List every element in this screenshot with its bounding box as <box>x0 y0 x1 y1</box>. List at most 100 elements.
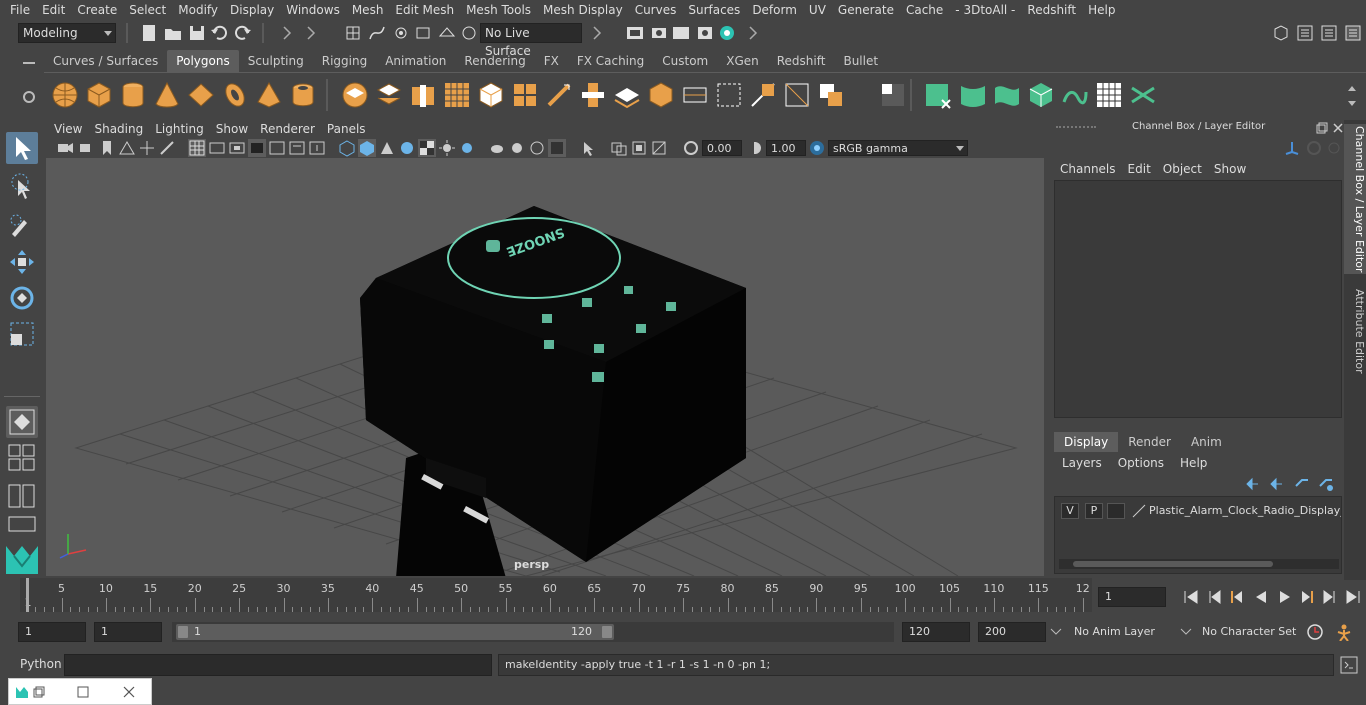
current-frame-field[interactable]: 1 <box>1098 587 1166 607</box>
redo-icon[interactable] <box>234 24 252 42</box>
panel-menu-lighting[interactable]: Lighting <box>149 120 210 138</box>
single-layout-button[interactable] <box>6 406 38 438</box>
menu-mesh[interactable]: Mesh <box>346 0 390 20</box>
hyper-icon[interactable] <box>1326 140 1342 156</box>
character-set-dropdown[interactable]: No Character Set <box>1196 622 1306 642</box>
manipulator-icon[interactable] <box>1284 140 1300 156</box>
resolution-gate-icon[interactable] <box>208 139 226 157</box>
fill-hole-icon[interactable] <box>714 80 744 110</box>
perspective-viewport[interactable]: SNOOZE persp <box>46 158 1044 576</box>
use-all-lights-icon[interactable] <box>438 139 456 157</box>
shelf-tab-custom[interactable]: Custom <box>653 50 717 72</box>
go-to-start-icon[interactable] <box>1182 589 1200 605</box>
shelf-tab-curves-surfaces[interactable]: Curves / Surfaces <box>44 50 167 72</box>
undo-icon[interactable] <box>210 24 228 42</box>
layer-scrollbar[interactable] <box>1059 559 1339 569</box>
screen-space-ao-icon[interactable] <box>488 139 506 157</box>
channelbox-side-tab[interactable]: Channel Box / Layer Editor <box>1344 124 1366 274</box>
grid-toggle-icon[interactable] <box>138 139 156 157</box>
shelf-tab-rigging[interactable]: Rigging <box>313 50 376 72</box>
step-forward-key-icon[interactable] <box>1298 589 1316 605</box>
end-time-field[interactable]: 200 <box>978 622 1046 642</box>
smooth-shading-icon[interactable] <box>358 139 376 157</box>
render-settings-icon[interactable] <box>696 24 714 42</box>
anti-aliasing-icon[interactable] <box>528 139 546 157</box>
menu-edit[interactable]: Edit <box>36 0 71 20</box>
uv-cylindrical-icon[interactable] <box>958 80 988 110</box>
shelf-tab-xgen[interactable]: XGen <box>717 50 768 72</box>
time-slider[interactable]: 1510152025303540455055606570758085909510… <box>20 578 1092 612</box>
xray-joints-icon[interactable] <box>630 139 648 157</box>
isolate-select-icon[interactable] <box>580 139 598 157</box>
layer-tab-display[interactable]: Display <box>1054 432 1119 452</box>
layer-menu-help[interactable]: Help <box>1172 454 1215 472</box>
shelf-tab-polygons[interactable]: Polygons <box>167 50 239 72</box>
poly-cone-icon[interactable] <box>152 80 182 110</box>
workspace-icon[interactable] <box>1272 24 1290 42</box>
snap-view-icon[interactable] <box>414 24 432 42</box>
playback-start-field[interactable]: 1 <box>94 622 162 642</box>
select-mask-arrow-icon[interactable] <box>302 24 320 42</box>
xray-icon[interactable] <box>610 139 628 157</box>
menu-set-arrow-icon[interactable] <box>278 24 296 42</box>
layer-menu-options[interactable]: Options <box>1110 454 1172 472</box>
snap-live-icon[interactable] <box>460 24 478 42</box>
menu-file[interactable]: File <box>4 0 36 20</box>
shelf-tab-fx[interactable]: FX <box>535 50 568 72</box>
safe-action-icon[interactable] <box>268 139 286 157</box>
panel-menu-renderer[interactable]: Renderer <box>254 120 321 138</box>
snap-point-icon[interactable] <box>392 24 410 42</box>
layer-display-type-toggle[interactable] <box>1107 503 1125 519</box>
layer-color-icon[interactable] <box>1131 503 1147 519</box>
menu-3dtoall[interactable]: - 3DtoAll - <box>949 0 1021 20</box>
film-gate-icon[interactable] <box>158 139 176 157</box>
exposure-field[interactable]: 0.00 <box>702 140 742 156</box>
range-right-grip[interactable] <box>602 626 612 638</box>
gamma-field[interactable]: 1.00 <box>766 140 806 156</box>
channelbox-menu-channels[interactable]: Channels <box>1054 160 1122 178</box>
bridge-icon[interactable] <box>646 80 676 110</box>
shelf-tabs-icon[interactable] <box>22 58 36 68</box>
multi-cut-icon[interactable] <box>544 80 574 110</box>
script-language-label[interactable]: Python <box>20 657 62 671</box>
panel-menu-panels[interactable]: Panels <box>321 120 372 138</box>
menu-uv[interactable]: UV <box>803 0 832 20</box>
move-tool[interactable] <box>6 246 38 278</box>
live-surface-field[interactable]: No Live Surface <box>480 23 582 58</box>
insert-edge-loop-icon[interactable] <box>748 80 778 110</box>
lasso-tool[interactable] <box>6 172 38 204</box>
open-scene-icon[interactable] <box>164 24 182 42</box>
triangulate-icon[interactable] <box>476 80 506 110</box>
menu-edit-mesh[interactable]: Edit Mesh <box>389 0 460 20</box>
menu-mesh-display[interactable]: Mesh Display <box>537 0 629 20</box>
field-chart-icon[interactable] <box>248 139 266 157</box>
xray-components-icon[interactable] <box>650 139 668 157</box>
drag-handle[interactable] <box>1056 126 1096 130</box>
snap-surface-icon[interactable] <box>438 24 456 42</box>
layer-tab-anim[interactable]: Anim <box>1181 432 1232 452</box>
colorspace-dropdown[interactable]: sRGB gamma <box>828 140 968 156</box>
uv-spherical-icon[interactable] <box>992 80 1022 110</box>
shelf-tab-rendering[interactable]: Rendering <box>455 50 534 72</box>
channelbox-area[interactable] <box>1054 180 1342 418</box>
render-frame-icon[interactable] <box>626 24 644 42</box>
mode-dropdown[interactable]: Modeling <box>18 23 116 43</box>
rotate-tool[interactable] <box>6 282 38 314</box>
depth-of-field-icon[interactable] <box>548 139 566 157</box>
panel-menu-view[interactable]: View <box>48 120 88 138</box>
step-forward-icon[interactable] <box>1320 589 1338 605</box>
image-plane-icon[interactable] <box>118 139 136 157</box>
shelf-settings-icon[interactable] <box>22 90 36 104</box>
menu-cache[interactable]: Cache <box>900 0 949 20</box>
gamma-icon[interactable] <box>746 139 764 157</box>
panel-menu-shading[interactable]: Shading <box>88 120 149 138</box>
layer-visibility-toggle[interactable]: V <box>1061 503 1079 519</box>
poly-sphere-icon[interactable] <box>50 80 80 110</box>
range-left-grip[interactable] <box>178 626 188 638</box>
command-input[interactable] <box>64 654 492 676</box>
start-time-field[interactable]: 1 <box>18 622 86 642</box>
move-layer-up-icon[interactable] <box>1244 476 1260 492</box>
go-to-end-icon[interactable] <box>1344 589 1362 605</box>
combine-icon[interactable] <box>340 80 370 110</box>
outliner-layout-icon[interactable] <box>8 484 36 508</box>
